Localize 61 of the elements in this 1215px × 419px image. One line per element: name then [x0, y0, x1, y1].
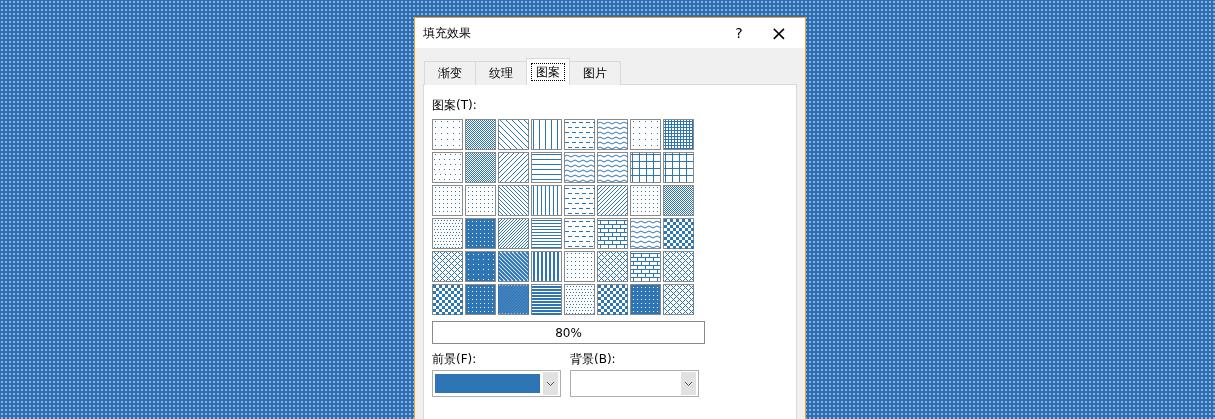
pattern-swatch[interactable]: [564, 119, 595, 150]
pattern-swatch[interactable]: [564, 185, 595, 216]
close-button[interactable]: ×: [759, 18, 799, 48]
pattern-swatch[interactable]: [597, 218, 628, 249]
pattern-swatch[interactable]: [564, 251, 595, 282]
pattern-swatch[interactable]: [663, 185, 694, 216]
pattern-swatch[interactable]: [630, 284, 661, 315]
pattern-swatch[interactable]: [597, 251, 628, 282]
pattern-swatch[interactable]: [432, 284, 463, 315]
pattern-swatch[interactable]: [597, 119, 628, 150]
pattern-swatch[interactable]: [630, 251, 661, 282]
pattern-swatch[interactable]: [630, 218, 661, 249]
pattern-swatch[interactable]: [498, 251, 529, 282]
pattern-swatch[interactable]: [597, 284, 628, 315]
background-label: 背景(B):: [570, 351, 617, 367]
pattern-swatch[interactable]: [498, 152, 529, 183]
tab[interactable]: 图片: [569, 61, 621, 85]
pattern-swatch[interactable]: [465, 218, 496, 249]
pattern-swatch[interactable]: [432, 119, 463, 150]
pattern-swatch[interactable]: [663, 251, 694, 282]
tab[interactable]: 图案: [526, 58, 570, 85]
pattern-swatch[interactable]: [498, 284, 529, 315]
pattern-swatch[interactable]: [663, 218, 694, 249]
pattern-swatch[interactable]: [498, 185, 529, 216]
pattern-swatch[interactable]: [531, 185, 562, 216]
pattern-swatch[interactable]: [465, 119, 496, 150]
pattern-name-box: 80%: [432, 321, 705, 344]
foreground-color-dropdown[interactable]: [432, 370, 561, 397]
pattern-swatch[interactable]: [465, 185, 496, 216]
pattern-swatch[interactable]: [564, 218, 595, 249]
pattern-swatch[interactable]: [564, 152, 595, 183]
pattern-swatch[interactable]: [531, 218, 562, 249]
background-color-dropdown[interactable]: [570, 370, 699, 397]
help-button[interactable]: ?: [719, 18, 759, 48]
pattern-swatch[interactable]: [432, 185, 463, 216]
pattern-swatch[interactable]: [663, 119, 694, 150]
tab[interactable]: 纹理: [475, 61, 527, 85]
pattern-swatch[interactable]: [531, 119, 562, 150]
pattern-swatch[interactable]: [597, 152, 628, 183]
pattern-swatch[interactable]: [630, 185, 661, 216]
pattern-swatch[interactable]: [663, 284, 694, 315]
pattern-swatch[interactable]: [531, 284, 562, 315]
pattern-swatch[interactable]: [564, 284, 595, 315]
pattern-swatch[interactable]: [432, 218, 463, 249]
tab[interactable]: 渐变: [424, 61, 476, 85]
pattern-swatch[interactable]: [531, 152, 562, 183]
pattern-swatch[interactable]: [465, 284, 496, 315]
pattern-swatch[interactable]: [498, 218, 529, 249]
pattern-swatch[interactable]: [465, 251, 496, 282]
foreground-label: 前景(F):: [432, 351, 478, 367]
pattern-swatch[interactable]: [663, 152, 694, 183]
pattern-swatch[interactable]: [630, 152, 661, 183]
pattern-swatch[interactable]: [465, 152, 496, 183]
pattern-swatch[interactable]: [432, 152, 463, 183]
pattern-swatch[interactable]: [531, 251, 562, 282]
pattern-swatch[interactable]: [498, 119, 529, 150]
pattern-swatch[interactable]: [630, 119, 661, 150]
pattern-label: 图案(T):: [432, 97, 478, 113]
pattern-swatch[interactable]: [432, 251, 463, 282]
pattern-swatch[interactable]: [597, 185, 628, 216]
window-title: 填充效果: [423, 24, 472, 42]
